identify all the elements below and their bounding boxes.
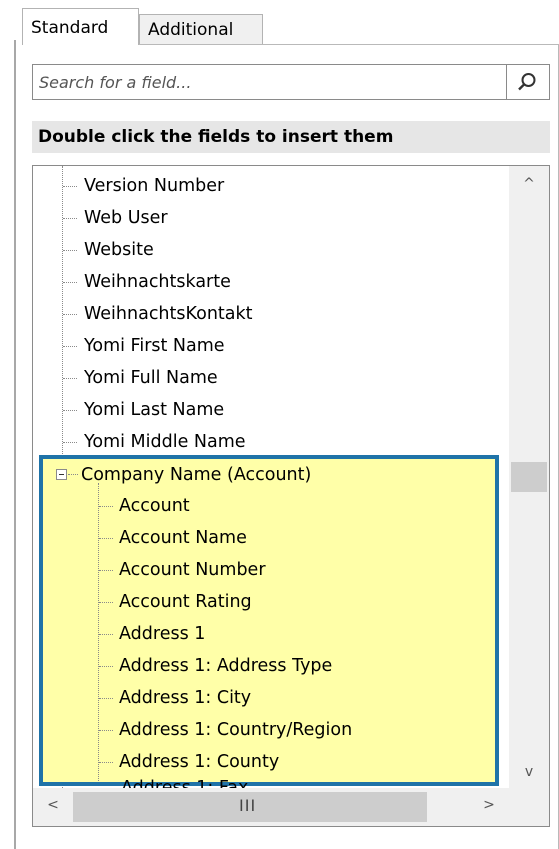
- search-box: [32, 64, 550, 100]
- scroll-right-arrow[interactable]: >: [469, 797, 509, 813]
- tree-connector: [68, 474, 78, 475]
- tree-connector: [99, 602, 113, 603]
- tree-connector: [99, 762, 113, 763]
- scrollbar-corner: [509, 788, 549, 826]
- tree-child-item[interactable]: Address 1: [119, 618, 205, 650]
- search-icon: [518, 73, 536, 91]
- tree-item[interactable]: Weihnachtskarte: [84, 266, 231, 298]
- horizontal-scrollbar[interactable]: < III >: [33, 788, 509, 826]
- tree-connector: [99, 538, 113, 539]
- tree-item[interactable]: Yomi Last Name: [84, 394, 224, 426]
- tree-group-label[interactable]: Company Name (Account): [81, 459, 311, 491]
- tree-connector: [63, 186, 77, 187]
- tree-connector: [63, 218, 77, 219]
- tree-connector: [99, 730, 113, 731]
- tree-child-item[interactable]: Account Number: [119, 554, 266, 586]
- tree-connector: [63, 378, 77, 379]
- window-left-border: [14, 40, 16, 849]
- tree-line-group: [98, 483, 99, 781]
- scroll-up-arrow[interactable]: ^: [509, 176, 549, 192]
- collapse-toggle[interactable]: [56, 469, 67, 480]
- tree-connector: [63, 314, 77, 315]
- tab-standard[interactable]: Standard: [22, 8, 139, 45]
- tree-connector: [99, 506, 113, 507]
- highlighted-group: Company Name (Account) Account Account N…: [39, 455, 499, 786]
- tree-child-item[interactable]: Address 1: Country/Region: [119, 714, 352, 746]
- scroll-down-arrow[interactable]: v: [509, 764, 549, 780]
- tab-additional[interactable]: Additional: [139, 14, 263, 44]
- tree-child-item[interactable]: Account Rating: [119, 586, 252, 618]
- tree-item[interactable]: Yomi Middle Name: [84, 426, 246, 458]
- tree-item[interactable]: WeihnachtsKontakt: [84, 298, 253, 330]
- tree-child-item[interactable]: Address 1: Address Type: [119, 650, 332, 682]
- scroll-grip: III: [239, 796, 257, 815]
- search-input[interactable]: [33, 65, 503, 99]
- tree-connector: [99, 666, 113, 667]
- vertical-scroll-thumb[interactable]: [511, 462, 547, 492]
- tree-child-item[interactable]: Account: [119, 490, 190, 522]
- tree-connector: [99, 634, 113, 635]
- tree-connector: [99, 570, 113, 571]
- scroll-left-arrow[interactable]: <: [33, 797, 73, 813]
- tree-child-item[interactable]: Address 1: Fax: [121, 772, 248, 788]
- tree-connector: [63, 346, 77, 347]
- vertical-scrollbar[interactable]: ^ v: [509, 166, 549, 788]
- tree-connector: [99, 698, 113, 699]
- tree-item[interactable]: Website: [84, 234, 154, 266]
- tree-child-item[interactable]: Account Name: [119, 522, 247, 554]
- tree-child-item[interactable]: Address 1: City: [119, 682, 251, 714]
- field-tree: Version Number Web User Website Weihnach…: [32, 165, 550, 827]
- tree-connector: [63, 442, 77, 443]
- tree-connector: [63, 250, 77, 251]
- tree-connector: [63, 410, 77, 411]
- tree-item[interactable]: Version Number: [84, 170, 224, 202]
- tree-item[interactable]: Yomi Full Name: [84, 362, 218, 394]
- tree-connector: [63, 282, 77, 283]
- tree-item[interactable]: Yomi First Name: [84, 330, 225, 362]
- insert-hint: Double click the fields to insert them: [32, 121, 550, 153]
- search-button[interactable]: [506, 65, 549, 99]
- tree-item[interactable]: Web User: [84, 202, 168, 234]
